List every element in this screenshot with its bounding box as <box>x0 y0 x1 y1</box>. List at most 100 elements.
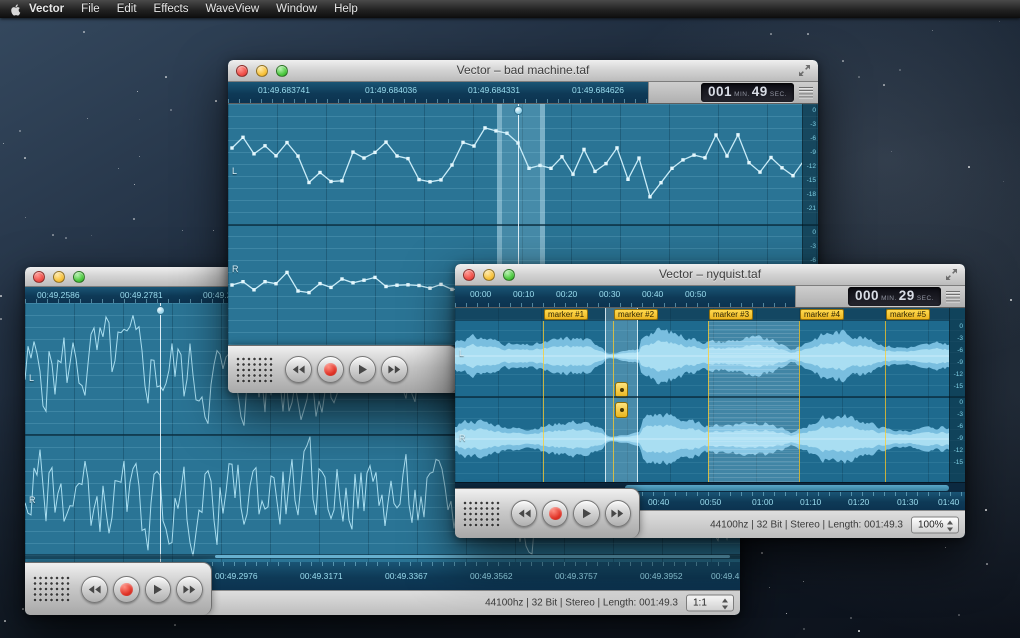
star <box>770 33 772 35</box>
playhead[interactable] <box>160 303 161 562</box>
traffic-lights <box>33 271 85 283</box>
close-button[interactable] <box>33 271 45 283</box>
waveform-view[interactable]: L R marker #1marker #2marker #3marker #4… <box>455 308 965 482</box>
rewind-button[interactable] <box>285 356 312 383</box>
menu-item-window[interactable]: Window <box>276 3 317 15</box>
time-label: 01:40 <box>938 497 959 507</box>
star <box>786 613 787 614</box>
play-button[interactable] <box>145 576 172 603</box>
playhead-knob[interactable] <box>514 106 523 115</box>
counter-sec-unit: SEC. <box>770 91 787 98</box>
play-button[interactable] <box>349 356 376 383</box>
star <box>958 614 960 616</box>
db-scale-label: -6 <box>957 424 963 431</box>
star <box>65 237 67 239</box>
marker-tag[interactable]: marker #4 <box>800 309 844 320</box>
star <box>25 217 26 218</box>
menu-bar: Vector File Edit Effects WaveView Window Help <box>0 0 1020 18</box>
forward-button[interactable] <box>176 576 203 603</box>
db-scale-label: -3 <box>957 412 963 419</box>
ruler-ticks <box>455 303 795 307</box>
rewind-icon <box>518 509 531 518</box>
marker-line <box>708 321 709 482</box>
forward-icon <box>388 365 401 374</box>
menu-item-edit[interactable]: Edit <box>117 3 137 15</box>
fullscreen-icon[interactable] <box>945 268 959 282</box>
close-button[interactable] <box>236 65 248 77</box>
db-scale-label: 0 <box>812 230 816 237</box>
fullscreen-icon[interactable] <box>798 64 812 78</box>
menu-item-effects[interactable]: Effects <box>154 3 189 15</box>
header-row: 01:49.68374101:49.68403601:49.68433101:4… <box>228 82 818 104</box>
minimize-button[interactable] <box>483 269 495 281</box>
menu-item-help[interactable]: Help <box>334 3 358 15</box>
marker-tag[interactable]: marker #2 <box>614 309 658 320</box>
star <box>1003 181 1004 182</box>
menu-items: Vector File Edit Effects WaveView Window Help <box>29 3 358 15</box>
channel-label-left: L <box>232 166 237 176</box>
rewind-button[interactable] <box>81 576 108 603</box>
db-scale-label: -3 <box>810 244 816 251</box>
markers-layer: marker #1 marker #2 marker #3 marker #4 mark… <box>455 308 965 482</box>
record-icon <box>549 507 562 520</box>
counter-seconds: 49 <box>752 85 768 99</box>
forward-button[interactable] <box>381 356 408 383</box>
star <box>3 143 4 144</box>
transport-controls <box>25 562 212 615</box>
scrollbar-handle[interactable] <box>625 485 949 491</box>
zoom-level-select[interactable]: 1:1 <box>686 595 734 612</box>
marker-line <box>885 321 886 482</box>
close-button[interactable] <box>463 269 475 281</box>
rewind-button[interactable] <box>511 500 537 527</box>
timeline-ruler-top[interactable]: 00:0000:1000:2000:3000:4000:50 <box>455 286 795 307</box>
forward-button[interactable] <box>605 500 631 527</box>
db-scale-label: -3 <box>957 336 963 343</box>
time-label: 00:49.2976 <box>215 571 258 581</box>
star <box>0 295 2 297</box>
time-label: 01:10 <box>800 497 821 507</box>
db-scale-label: -15 <box>954 384 963 391</box>
record-button[interactable] <box>317 356 344 383</box>
play-button[interactable] <box>573 500 599 527</box>
db-scale-label: -12 <box>954 448 963 455</box>
star <box>139 156 140 157</box>
scrollbar-handle[interactable] <box>215 555 730 558</box>
record-button[interactable] <box>542 500 568 527</box>
time-counter-panel: 001 MIN. 49 SEC. <box>648 82 818 103</box>
channel-label-right: R <box>232 264 239 274</box>
zoom-level-select[interactable]: 100% <box>911 516 959 533</box>
time-label: 00:49.3367 <box>385 571 428 581</box>
time-counter: 000 MIN. 29 SEC. <box>848 287 941 306</box>
apple-menu-icon[interactable] <box>10 3 21 16</box>
title-bar[interactable]: Vector – nyquist.taf <box>455 264 965 286</box>
stepper-arrows-icon <box>947 520 954 531</box>
time-label: 00:50 <box>700 497 721 507</box>
timeline-ruler-top[interactable]: 01:49.68374101:49.68403601:49.68433101:4… <box>228 82 648 103</box>
speaker-grille <box>236 357 274 383</box>
marker-tag[interactable]: marker #3 <box>709 309 753 320</box>
star <box>215 100 217 102</box>
minimize-button[interactable] <box>53 271 65 283</box>
title-bar[interactable]: Vector – bad machine.taf <box>228 60 818 82</box>
time-label: 00:49.3757 <box>555 571 598 581</box>
speaker-grille <box>33 576 70 602</box>
window-title: Vector – bad machine.taf <box>228 60 818 81</box>
menu-item-vector[interactable]: Vector <box>29 3 64 15</box>
menu-item-waveview[interactable]: WaveView <box>205 3 259 15</box>
marker-tag[interactable]: marker #1 <box>544 309 588 320</box>
db-scale-label: -6 <box>957 348 963 355</box>
time-label: 01:49.683741 <box>258 85 310 95</box>
minimize-button[interactable] <box>256 65 268 77</box>
menu-item-file[interactable]: File <box>81 3 100 15</box>
zoom-button[interactable] <box>73 271 85 283</box>
star <box>139 119 140 120</box>
horizontal-scrollbar[interactable] <box>25 554 740 559</box>
time-label: 00:49.3952 <box>640 571 683 581</box>
zoom-button[interactable] <box>276 65 288 77</box>
time-label: 00:00 <box>470 289 491 299</box>
db-scale-label: -15 <box>807 178 816 185</box>
record-button[interactable] <box>113 576 140 603</box>
marker-tag[interactable]: marker #5 <box>886 309 930 320</box>
zoom-button[interactable] <box>503 269 515 281</box>
playhead-knob[interactable] <box>156 306 165 315</box>
